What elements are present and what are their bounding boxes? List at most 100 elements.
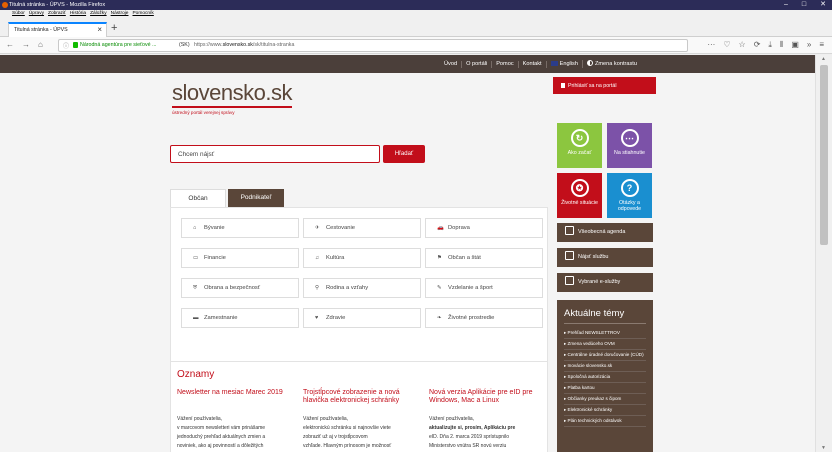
category-item[interactable]: ⚑ Občan a štát [425,248,543,268]
leaf-icon: ❧ [437,315,442,321]
contrast-icon [586,60,593,66]
document-icon [565,251,574,260]
category-item[interactable]: ▬ Zamestnanie [181,308,299,328]
search-button[interactable]: Hľadať [383,145,425,163]
nav-kontakt[interactable]: Kontakt [517,60,546,68]
button-najst-sluzbu[interactable]: Nájsť službu [557,248,653,267]
bookmark-star-icon[interactable]: ☆ [739,40,746,50]
new-tab-button[interactable]: + [111,22,117,34]
audience-tabs: Občan Podnikateľ [170,189,284,207]
portal-logo[interactable]: slovensko.sk ústredný portál verejnej sp… [172,81,292,115]
news-item: Newsletter na mesiac Marec 2019 Vážení p… [177,389,295,451]
tile-na-stiahnutie[interactable]: ⋯ Na stiahnutie [607,123,652,168]
scroll-down-icon[interactable]: ▼ [821,445,826,451]
minimize-icon[interactable]: – [784,0,788,10]
menu-file[interactable]: Súbor [12,10,25,18]
document-icon [565,276,574,285]
category-item[interactable]: 🚗 Doprava [425,218,543,238]
menu-tools[interactable]: Nástroje [111,10,129,18]
maximize-icon[interactable]: □ [802,0,806,10]
topic-link[interactable]: Plán technických odstávok [564,416,646,427]
search-input[interactable]: Chcem nájsť [170,145,380,163]
nav-pomoc[interactable]: Pomoc [491,60,517,68]
nav-uvod[interactable]: Úvod [440,61,461,68]
announcements-section: Oznamy Newsletter na mesiac Marec 2019 V… [170,361,548,452]
close-window-icon[interactable]: ✕ [820,0,826,10]
category-item[interactable]: ✎ Vzdelanie a šport [425,278,543,298]
topic-link[interactable]: Zmena vedúceho OVM [564,339,646,350]
menu-view[interactable]: Zobraziť [48,10,66,18]
menu-help[interactable]: Pomocník [132,10,153,18]
toolbar-icons: ··· ♡ ☆ ⟳ ⤓ ⫴ ▣ » ≡ [707,40,824,50]
category-item[interactable]: ✈ Cestovanie [303,218,421,238]
money-icon: ▭ [193,255,199,261]
question-icon: ? [620,179,639,197]
login-button[interactable]: Prihlásiť sa na portál [553,77,656,94]
page-actions-icon[interactable]: ··· [707,40,715,50]
pocket-icon[interactable]: ♡ [723,40,730,50]
topic-link[interactable]: Spoločná autorizácia [564,372,646,383]
library-icon[interactable]: ⫴ [780,40,783,50]
forward-icon[interactable]: → [22,40,30,50]
site-identity[interactable]: Národná agentúra pre sieťové ... [80,42,156,48]
topic-link[interactable]: Centrálne úradné doručovanie (CÚD) [564,350,646,361]
topic-link[interactable]: Elektronické schránky [564,405,646,416]
button-vseobecna-agenda[interactable]: Všeobecná agenda [557,223,653,242]
tile-ako-zacat[interactable]: ↻ Ako začať [557,123,602,168]
topic-link[interactable]: Prehľad NEWSLETTROV [564,328,646,339]
navigation-toolbar: ← → ⌂ ⓘ Národná agentúra pre sieťové ...… [0,37,832,54]
nav-english[interactable]: English [545,60,582,68]
topic-link[interactable]: Platba kartou [564,383,646,394]
button-vybrane-esluzby[interactable]: Vybrané e-služby [557,273,653,292]
tile-label: Otázky a odpovede [617,200,642,212]
news-greeting: Vážení používatelia, [177,416,223,422]
lock-icon [561,83,565,88]
home-icon[interactable]: ⌂ [38,40,43,50]
news-text-line: noviniek, ako aj povinností a dôležitých [177,443,264,449]
tab-close-icon[interactable]: × [97,25,102,34]
category-item[interactable]: ▭ Financie [181,248,299,268]
menu-bookmarks[interactable]: Záložky [90,10,107,18]
category-item[interactable]: ⌂ Bývanie [181,218,299,238]
overflow-icon[interactable]: » [807,40,811,50]
tile-zivotne-situacie[interactable]: ✪ Životné situácie [557,173,602,218]
tab-obcan[interactable]: Občan [170,189,226,207]
scroll-up-icon[interactable]: ▲ [821,56,826,62]
sidebar-icon[interactable]: ▣ [791,40,799,50]
news-title-link[interactable]: Nová verzia Aplikácie pre eID pre Window… [429,389,547,409]
news-title-link[interactable]: Trojstĺpcové zobrazenie a nová hlavička … [303,389,421,409]
browser-tab-active[interactable]: Titulná stránka - ÚPVS × [8,22,107,37]
category-item[interactable]: ⛨ Obrana a bezpečnosť [181,278,299,298]
tab-podnikatel[interactable]: Podnikateľ [228,189,284,207]
news-text-line: elektronickú schránku si najnovšie viete [303,425,391,431]
category-item[interactable]: ♥ Zdravie [303,308,421,328]
menu-history[interactable]: História [70,10,86,18]
nav-o-portali[interactable]: O portáli [461,60,491,68]
shield-icon: ⛨ [193,285,198,291]
category-item[interactable]: ♫ Kultúra [303,248,421,268]
vertical-scrollbar[interactable]: ▲ ▼ [815,55,832,452]
reload-icon[interactable]: ⟳ [754,40,761,50]
news-title-link[interactable]: Newsletter na mesiac Marec 2019 [177,389,295,409]
downloads-icon[interactable]: ⤓ [768,40,772,50]
life-situations-icon: ✪ [570,179,589,197]
hamburger-menu-icon[interactable]: ≡ [819,40,824,50]
menu-edit[interactable]: Úpravy [29,10,44,18]
topic-link[interactable]: Inovácie slovensko.sk [564,361,646,372]
back-icon[interactable]: ← [6,40,14,50]
tile-label: Na stiahnutie [614,150,645,156]
logo-text: slovensko.sk [172,81,292,108]
topic-link[interactable]: Občianky preukaz s čipom [564,394,646,405]
quick-tiles: ↻ Ako začať ⋯ Na stiahnutie ✪ Životné si… [557,123,653,219]
news-text-line: Ministerstvo vnútra SR novú verziu [429,443,507,449]
scrollbar-thumb[interactable] [820,65,828,245]
site-info-icon[interactable]: ⓘ [63,41,69,50]
url-text[interactable]: https://www.slovensko.sk/sk/titulna-stra… [194,42,294,48]
tile-otazky-odpovede[interactable]: ? Otázky a odpovede [607,173,652,218]
logo-subtitle: ústredný portál verejnej správy [172,110,235,115]
document-icon [565,226,574,235]
category-item[interactable]: ❧ Životné prostredie [425,308,543,328]
nav-contrast[interactable]: Zmena kontrastu [581,60,641,68]
url-bar[interactable]: ⓘ Národná agentúra pre sieťové ... (SK) … [58,39,688,52]
category-item[interactable]: ⚲ Rodina a vzťahy [303,278,421,298]
